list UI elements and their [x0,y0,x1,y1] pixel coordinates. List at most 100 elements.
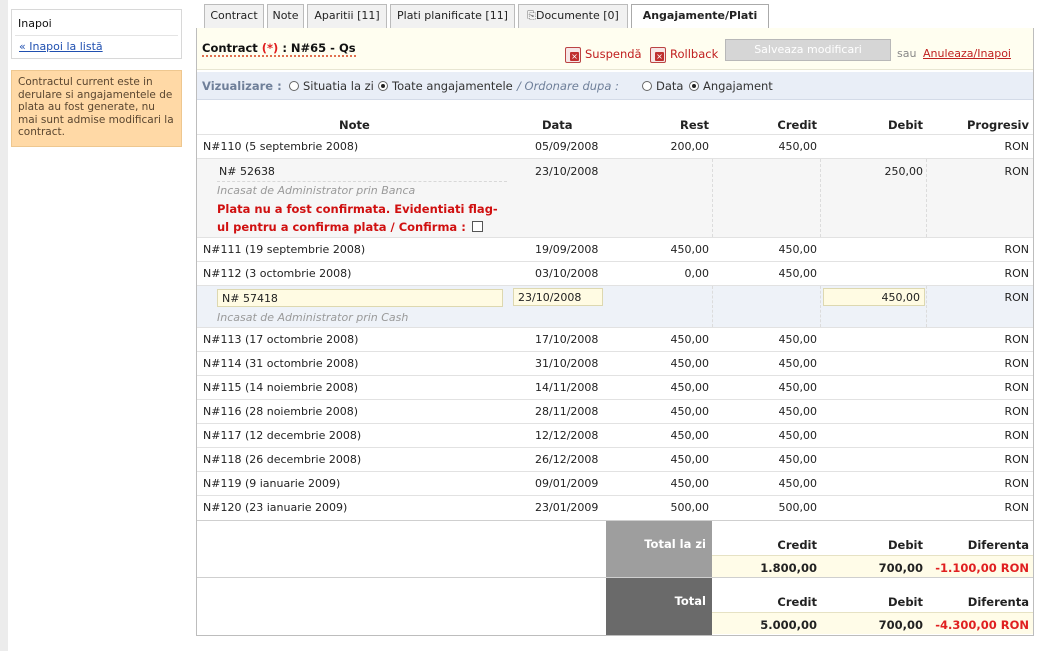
radio-toate[interactable] [378,81,388,91]
cell-data: 26/12/2008 [535,453,599,466]
payment-source: Incasat de Administrator prin Banca [217,184,416,197]
cell-credit: 500,00 [778,501,818,514]
tab-note[interactable]: Note [267,4,304,28]
view-option-toate[interactable]: Toate angajamentele [378,72,513,100]
cell-progresiv: RON [1004,429,1029,442]
table-row[interactable]: N#120 (23 ianuarie 2009) 23/01/2009 500,… [197,495,1033,519]
total-today-debit: 700,00 [878,561,923,575]
total-values: 5.000,00 700,00 -4.300,00 RON [712,612,1033,634]
table-row[interactable]: N#114 (31 octombrie 2008) 31/10/2008 450… [197,351,1033,375]
cell-progresiv: RON [1004,140,1029,153]
view-option-situatia[interactable]: Situatia la zi [289,72,374,100]
rollback-icon [650,46,666,63]
payment-row-editable[interactable]: Incasat de Administrator prin Cash RON [197,285,1033,327]
cell-note: N#112 (3 octombrie 2008) [203,267,352,280]
order-option-data[interactable]: Data [642,72,683,100]
col-header-debit: Debit [887,118,923,132]
save-changes-button[interactable]: Salveaza modificari [725,39,891,61]
cell-progresiv: RON [1004,453,1029,466]
tab-documente[interactable]: ⎘Documente [0] [518,4,628,28]
contract-header: Contract (*) : N#65 - Qs Suspendă Rollba… [197,28,1033,70]
total-today-block: Total la zi Credit Debit Diferenta 1.800… [197,520,1033,578]
confirm-checkbox[interactable] [471,221,483,232]
cell-credit: 450,00 [778,333,818,346]
required-mark: (*) [261,41,279,55]
table-row[interactable]: N#118 (26 decembrie 2008) 26/12/2008 450… [197,447,1033,471]
total-diff: -4.300,00 RON [935,618,1029,632]
view-options-bar: Vizualizare : Situatia la zi Toate angaj… [197,72,1033,100]
col-divider [926,286,927,327]
total-credit: 5.000,00 [760,618,817,632]
cell-rest: 450,00 [670,453,710,466]
cell-note: N#111 (19 septembrie 2008) [203,243,366,256]
cell-progresiv: RON [1004,291,1029,304]
suspend-button[interactable]: Suspendă [565,46,642,63]
cell-note: N#119 (9 ianuarie 2009) [203,477,341,490]
suspend-label: Suspendă [585,47,642,61]
contract-prefix: Contract [202,41,262,55]
cell-debit: 250,00 [884,165,924,178]
view-option1-label: Situatia la zi [303,79,374,93]
cell-progresiv: RON [1004,357,1029,370]
cell-credit: 450,00 [778,477,818,490]
cell-rest: 450,00 [670,243,710,256]
cell-data: 28/11/2008 [535,405,599,418]
radio-data[interactable] [642,81,652,91]
cell-progresiv: RON [1004,267,1029,280]
cell-data: 03/10/2008 [535,267,599,280]
total-today-values: 1.800,00 700,00 -1.100,00 RON [712,555,1033,577]
cell-data: 14/11/2008 [535,381,599,394]
cell-rest: 450,00 [670,405,710,418]
cell-data: 17/10/2008 [535,333,599,346]
table-row[interactable]: N#111 (19 septembrie 2008) 19/09/2008 45… [197,237,1033,261]
table-row[interactable]: N#117 (12 decembrie 2008) 12/12/2008 450… [197,423,1033,447]
contract-status-info: Contractul current este in derulare si a… [11,70,182,147]
cell-rest: 450,00 [670,429,710,442]
payment-note-input[interactable] [217,289,503,307]
cell-note: N#117 (12 decembrie 2008) [203,429,362,442]
tab-aparitii[interactable]: Aparitii [11] [307,4,387,28]
cell-credit: 450,00 [778,381,818,394]
warning-text: Plata nu a fost confirmata. Evidentiati … [217,202,498,234]
payment-date-input[interactable] [513,288,603,306]
payment-row[interactable]: N# 52638 Incasat de Administrator prin B… [197,158,1033,237]
radio-situatia[interactable] [289,81,299,91]
tab-plati-planificate[interactable]: Plati planificate [11] [390,4,515,28]
total-today-credit: 1.800,00 [760,561,817,575]
col-divider [820,286,821,327]
total-today-diff-header: Diferenta [967,538,1029,552]
table-row[interactable]: N#113 (17 octombrie 2008) 17/10/2008 450… [197,327,1033,351]
cell-progresiv: RON [1004,501,1029,514]
contract-title: Contract (*) : N#65 - Qs [202,41,356,57]
cell-rest: 450,00 [670,477,710,490]
tab-contract[interactable]: Contract [204,4,264,28]
cell-data: 19/09/2008 [535,243,599,256]
cell-credit: 450,00 [778,357,818,370]
back-to-list-link[interactable]: « Inapoi la listă [19,40,103,53]
cell-note: N#114 (31 octombrie 2008) [203,357,359,370]
table-row[interactable]: N#119 (9 ianuarie 2009) 09/01/2009 450,0… [197,471,1033,495]
table-row[interactable]: N#112 (3 octombrie 2008) 03/10/2008 0,00… [197,261,1033,285]
rollback-button[interactable]: Rollback [650,46,718,63]
tab-angajamente-plati[interactable]: Angajamente/Plati [631,4,769,29]
cell-rest: 450,00 [670,381,710,394]
table-row[interactable]: N#116 (28 noiembrie 2008) 28/11/2008 450… [197,399,1033,423]
total-debit-header: Debit [887,595,923,609]
total-today-label: Total la zi [644,537,706,551]
cancel-back-link[interactable]: Anuleaza/Inapoi [923,47,1011,60]
total-today-debit-header: Debit [887,538,923,552]
cell-progresiv: RON [1004,333,1029,346]
payment-debit-input[interactable] [823,288,925,306]
total-credit-header: Credit [777,595,817,609]
radio-angajament[interactable] [689,81,699,91]
payment-note: N# 52638 [219,165,275,178]
table-row[interactable]: N#110 (5 septembrie 2008) 05/09/2008 200… [197,134,1033,158]
cell-note: N#110 (5 septembrie 2008) [203,140,359,153]
total-today-credit-header: Credit [777,538,817,552]
view-option2-label: Toate angajamentele [392,79,513,93]
order-option2-label: Angajament [703,79,773,93]
cell-rest: 0,00 [684,267,710,280]
col-divider [926,159,927,237]
order-option-angajament[interactable]: Angajament [689,72,773,100]
table-row[interactable]: N#115 (14 noiembrie 2008) 14/11/2008 450… [197,375,1033,399]
